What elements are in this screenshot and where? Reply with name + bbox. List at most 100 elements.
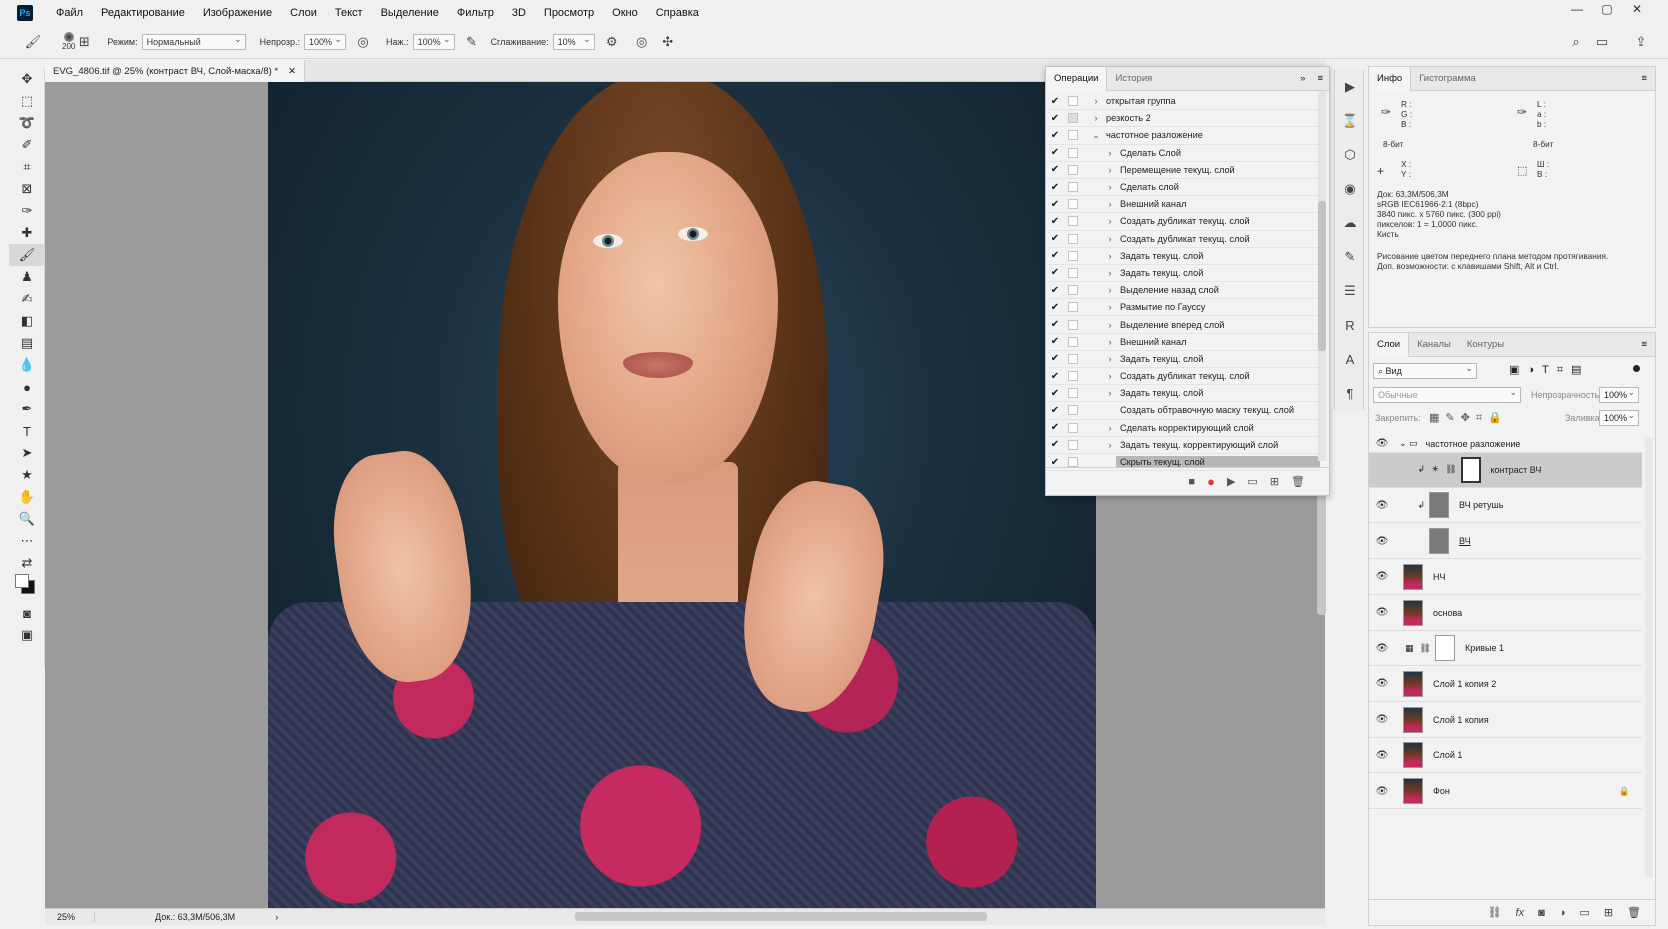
frame-tool-icon[interactable]: ⊠ [9, 178, 45, 200]
dialog-toggle[interactable] [1068, 457, 1078, 468]
action-row[interactable]: ✔ › резкость 2 [1046, 110, 1320, 128]
brush-tool-icon[interactable]: 🖌 [9, 244, 45, 266]
folder-icon[interactable]: ⌄ ▭ [1399, 438, 1418, 449]
check-icon[interactable]: ✔ [1046, 422, 1064, 433]
marquee-tool-icon[interactable]: ⬚ [9, 90, 45, 112]
expand-icon[interactable]: › [1104, 320, 1116, 330]
tab-paths[interactable]: Контуры [1459, 333, 1512, 357]
layer-name[interactable]: частотное разложение [1426, 439, 1521, 449]
stop-icon[interactable]: ■ [1188, 476, 1195, 488]
layer-name[interactable]: ВЧ ретушь [1459, 500, 1503, 510]
tab-actions[interactable]: Операции [1046, 66, 1108, 91]
layer-row[interactable]: 👁 ▦ ⛓ Кривые 1 [1369, 631, 1642, 667]
new-action-icon[interactable]: ⊞ [1270, 475, 1279, 488]
brush-preset-picker[interactable]: 200 [62, 32, 75, 51]
check-icon[interactable]: ✔ [1046, 130, 1064, 141]
brightness-contrast-icon[interactable]: ☀ [1431, 464, 1439, 475]
more-tools-icon[interactable]: ⋯ [9, 530, 45, 552]
layers-scrollbar[interactable] [1645, 437, 1653, 877]
visibility-eye-icon[interactable]: 👁 [1369, 571, 1395, 582]
expand-icon[interactable]: › [1104, 182, 1116, 192]
layer-name[interactable]: Кривые 1 [1465, 643, 1504, 653]
layer-row[interactable]: 👁 ⌄ ▭ частотное разложение [1369, 435, 1642, 453]
check-icon[interactable]: ✔ [1046, 336, 1064, 347]
search-icon[interactable]: ⌕ [1567, 33, 1585, 51]
tab-history[interactable]: История [1107, 67, 1160, 91]
layer-name[interactable]: ВЧ [1459, 536, 1471, 546]
check-icon[interactable]: ✔ [1046, 319, 1064, 330]
action-row[interactable]: ✔ › Размытие по Гауссу [1046, 299, 1320, 317]
layer-thumbnail[interactable] [1403, 706, 1423, 733]
quick-mask-icon[interactable]: ◙ [9, 602, 45, 624]
panel-menu-icon[interactable]: ≡ [1633, 339, 1655, 350]
trash-icon[interactable]: 🗑 [1291, 475, 1305, 488]
check-icon[interactable]: ✔ [1046, 113, 1064, 124]
eraser-tool-icon[interactable]: ◧ [9, 310, 45, 332]
menu-item-10[interactable]: Справка [647, 7, 708, 19]
lock-icons[interactable]: ▦✎✥⌗🔒 [1429, 411, 1508, 425]
check-icon[interactable]: ✔ [1046, 199, 1064, 210]
dialog-toggle[interactable] [1068, 388, 1078, 399]
action-row[interactable]: ✔ › Сделать Слой [1046, 145, 1320, 162]
horizontal-scrollbar[interactable] [575, 912, 987, 921]
eyedropper-tool-icon[interactable]: ✑ [9, 200, 45, 222]
dialog-toggle[interactable] [1068, 96, 1078, 107]
tab-channels[interactable]: Каналы [1409, 333, 1459, 357]
adjustment-layer-icon[interactable]: ◑ [1559, 907, 1566, 919]
collapse-icon[interactable]: » [1294, 73, 1311, 84]
menu-item-1[interactable]: Редактирование [92, 7, 194, 19]
dialog-toggle[interactable] [1068, 164, 1078, 175]
check-icon[interactable]: ✔ [1046, 182, 1064, 193]
menu-item-4[interactable]: Текст [326, 7, 372, 19]
dialog-toggle[interactable] [1068, 113, 1078, 124]
panel-menu-icon[interactable]: ≡ [1311, 73, 1329, 84]
visibility-eye-icon[interactable]: 👁 [1369, 714, 1395, 725]
action-row[interactable]: ✔ › открытая группа [1046, 93, 1320, 111]
visibility-eye-icon[interactable]: 👁 [1369, 438, 1395, 449]
expand-icon[interactable]: › [1104, 165, 1116, 175]
layer-row[interactable]: 👁 Слой 1 копия 2 [1369, 667, 1642, 702]
lock-icon[interactable]: 🔒 [1619, 786, 1630, 797]
paragraph-icon[interactable]: ¶ [1335, 376, 1365, 410]
screen-mode-icon[interactable]: ▣ [9, 624, 45, 646]
layer-thumbnail[interactable] [1403, 599, 1423, 626]
layer-thumbnail[interactable] [1429, 492, 1449, 519]
dodge-tool-icon[interactable]: ● [9, 376, 45, 398]
check-icon[interactable]: ✔ [1046, 164, 1064, 175]
menu-item-3[interactable]: Слои [281, 7, 326, 19]
dialog-toggle[interactable] [1068, 302, 1078, 313]
path-select-tool-icon[interactable]: ➤ [9, 442, 45, 464]
expand-icon[interactable]: › [1090, 96, 1102, 106]
check-icon[interactable]: ✔ [1046, 371, 1064, 382]
action-row[interactable]: ✔ › Задать текущ. слой [1046, 248, 1320, 265]
new-group-icon[interactable]: ▭ [1579, 906, 1589, 919]
gear-icon[interactable]: ⚙ [603, 33, 621, 51]
action-row[interactable]: ✔ › Задать текущ. слой [1046, 351, 1320, 368]
expand-icon[interactable]: › [1104, 234, 1116, 244]
expand-icon[interactable]: › [1104, 423, 1116, 433]
expand-icon[interactable]: › [1104, 440, 1116, 450]
check-icon[interactable]: ✔ [1046, 405, 1064, 416]
3d-icon[interactable]: ⬡ [1335, 138, 1365, 172]
dialog-toggle[interactable] [1068, 439, 1078, 450]
check-icon[interactable]: ✔ [1046, 285, 1064, 296]
action-row[interactable]: ✔ › Внешний канал [1046, 334, 1320, 351]
expand-icon[interactable]: › [1104, 199, 1116, 209]
expand-icon[interactable]: › [1104, 354, 1116, 364]
check-icon[interactable]: ✔ [1046, 233, 1064, 244]
properties-icon[interactable]: R [1335, 308, 1365, 342]
layer-row[interactable]: 👁 ↲ ВЧ ретушь [1369, 488, 1642, 524]
action-row[interactable]: ✔ › Сделать корректирующий слой [1046, 420, 1320, 437]
visibility-eye-icon[interactable]: 👁 [1369, 643, 1395, 654]
dialog-toggle[interactable] [1068, 182, 1078, 193]
layer-name[interactable]: основа [1433, 608, 1462, 618]
blend-mode-select[interactable]: Обычные [1373, 387, 1521, 403]
menu-item-6[interactable]: Фильтр [448, 7, 503, 19]
action-row[interactable]: ✔ › Сделать слой [1046, 179, 1320, 197]
layer-thumbnail[interactable] [1403, 778, 1423, 804]
delete-layer-icon[interactable]: 🗑 [1627, 906, 1641, 919]
check-icon[interactable]: ✔ [1046, 250, 1064, 261]
blur-tool-icon[interactable]: 💧 [9, 354, 45, 376]
brush-settings-icon[interactable]: ⊞ [75, 33, 93, 51]
crop-tool-icon[interactable]: ⌗ [9, 156, 45, 178]
